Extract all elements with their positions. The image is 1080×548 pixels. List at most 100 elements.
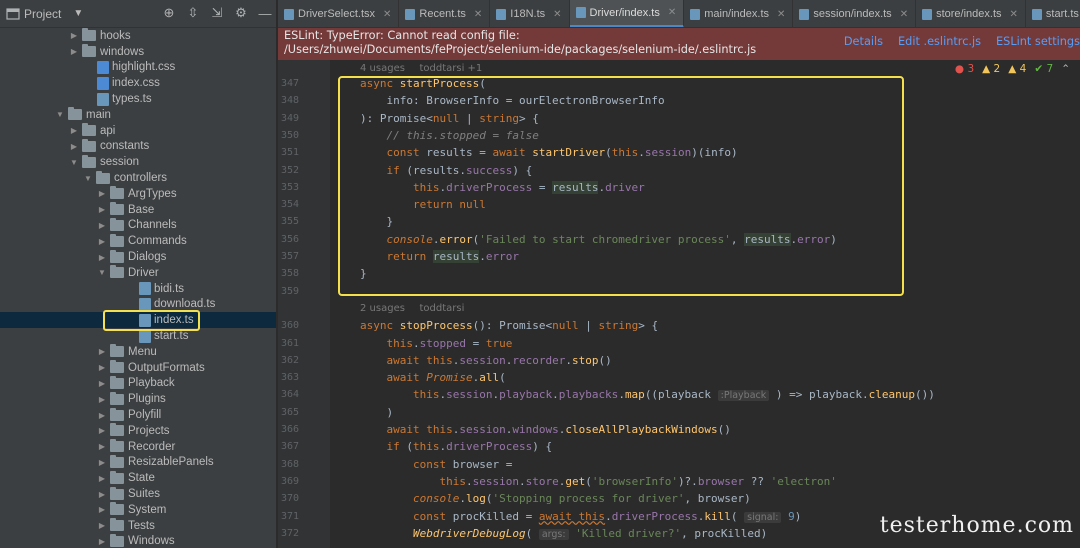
tree-item-channels[interactable]: ▶ Channels: [0, 217, 276, 234]
tree-item-suites[interactable]: ▶ Suites: [0, 486, 276, 502]
code-line[interactable]: 364 this.session.playback.playbacks.map(…: [278, 386, 1080, 403]
chevron-down-icon[interactable]: ▼: [82, 174, 94, 183]
code-line[interactable]: 349): Promise<null | string> {: [278, 110, 1080, 127]
chevron-right-icon[interactable]: ▶: [96, 253, 108, 262]
tree-item-windows[interactable]: ▶ Windows: [0, 533, 276, 548]
tab-driver-index-ts[interactable]: Driver/index.ts ✕: [569, 0, 685, 27]
tree-item-start-ts[interactable]: start.ts: [0, 328, 276, 344]
code-line[interactable]: 354 return null: [278, 196, 1080, 213]
edit-eslintrc-link[interactable]: Edit .eslintrc.js: [898, 35, 981, 48]
tree-item-commands[interactable]: ▶ Commands: [0, 233, 276, 249]
chevron-right-icon[interactable]: ▶: [96, 363, 108, 372]
code-line[interactable]: 360 async stopProcess(): Promise<null | s…: [278, 317, 1080, 334]
eslint-settings-link[interactable]: ESLint settings: [996, 35, 1080, 48]
minimize-icon[interactable]: —: [258, 6, 272, 21]
close-icon[interactable]: ✕: [900, 9, 908, 20]
chevron-right-icon[interactable]: ▶: [96, 505, 108, 514]
chevron-down-icon[interactable]: ▼: [54, 110, 66, 119]
tree-item-index-css[interactable]: index.css: [0, 75, 276, 91]
tree-item-menu[interactable]: ▶ Menu: [0, 344, 276, 360]
gear-icon[interactable]: ⚙: [234, 5, 248, 20]
tree-item-argtypes[interactable]: ▶ ArgTypes: [0, 186, 276, 202]
chevron-right-icon[interactable]: ▶: [96, 426, 108, 435]
chevron-down-icon[interactable]: ▼: [96, 268, 108, 277]
tab-start-ts[interactable]: start.ts✕: [1026, 0, 1080, 27]
chevron-down-icon[interactable]: ▼: [73, 8, 83, 19]
tab-main-index-ts[interactable]: main/index.ts ✕: [684, 0, 794, 27]
tree-item-constants[interactable]: ▶ constants: [0, 138, 276, 155]
close-icon[interactable]: ✕: [668, 7, 676, 18]
code-line[interactable]: 352 if (results.success) {: [278, 162, 1080, 179]
tree-item-api[interactable]: ▶ api: [0, 123, 276, 139]
chevron-right-icon[interactable]: ▶: [96, 521, 108, 530]
tree-item-controllers[interactable]: ▼ controllers: [0, 170, 276, 186]
code-line[interactable]: 366 await this.session.windows.closeAllP…: [278, 421, 1080, 438]
project-panel-header[interactable]: Project ▼ ⊕ ⇳ ⇲ ⚙ —: [0, 0, 276, 28]
close-icon[interactable]: ✕: [553, 9, 561, 20]
expand-all-icon[interactable]: ⇳: [186, 5, 200, 20]
code-line[interactable]: 2 usages toddtarsi: [278, 300, 1080, 317]
tree-item-system[interactable]: ▶ System: [0, 502, 276, 518]
tree-item-dialogs[interactable]: ▶ Dialogs: [0, 249, 276, 265]
tree-item-bidi-ts[interactable]: bidi.ts: [0, 281, 276, 297]
code-line[interactable]: 361 this.stopped = true: [278, 335, 1080, 352]
close-icon[interactable]: ✕: [383, 9, 391, 20]
chevron-right-icon[interactable]: ▶: [96, 189, 108, 198]
chevron-right-icon[interactable]: ▶: [96, 411, 108, 420]
code-line[interactable]: 370 console.log('Stopping process for dr…: [278, 490, 1080, 507]
chevron-right-icon[interactable]: ▶: [68, 31, 80, 40]
tree-item-resizablepanels[interactable]: ▶ ResizablePanels: [0, 454, 276, 471]
close-icon[interactable]: ✕: [1010, 9, 1018, 20]
code-line[interactable]: 359: [278, 283, 1080, 300]
close-icon[interactable]: ✕: [474, 9, 482, 20]
chevron-right-icon[interactable]: ▶: [68, 142, 80, 151]
chevron-right-icon[interactable]: ▶: [96, 395, 108, 404]
close-icon[interactable]: ✕: [777, 9, 785, 20]
tree-item-outputformats[interactable]: ▶ OutputFormats: [0, 360, 276, 376]
tree-item-hooks[interactable]: ▶ hooks: [0, 28, 276, 44]
tree-item-highlight-css[interactable]: highlight.css: [0, 60, 276, 76]
code-line[interactable]: 353 this.driverProcess = results.driver: [278, 179, 1080, 196]
code-line[interactable]: 368 const browser =: [278, 456, 1080, 473]
code-line[interactable]: 350 // this.stopped = false: [278, 127, 1080, 144]
chevron-right-icon[interactable]: ▶: [96, 490, 108, 499]
tree-item-index-ts[interactable]: index.ts: [0, 312, 276, 329]
chevron-right-icon[interactable]: ▶: [96, 379, 108, 388]
chevron-right-icon[interactable]: ▶: [68, 47, 80, 56]
code-line[interactable]: 365 ): [278, 404, 1080, 421]
code-line[interactable]: 347 async startProcess(: [278, 75, 1080, 92]
tab-driverselect-tsx[interactable]: DriverSelect.tsx ✕: [278, 0, 400, 27]
tree-item-state[interactable]: ▶ State: [0, 470, 276, 486]
tree-item-base[interactable]: ▶ Base: [0, 202, 276, 218]
tree-item-plugins[interactable]: ▶ Plugins: [0, 391, 276, 407]
tree-item-windows[interactable]: ▶ windows: [0, 44, 276, 60]
tree-item-download-ts[interactable]: download.ts: [0, 297, 276, 313]
tree-item-recorder[interactable]: ▶ Recorder: [0, 439, 276, 455]
tree-item-tests[interactable]: ▶ Tests: [0, 518, 276, 534]
chevron-right-icon[interactable]: ▶: [96, 237, 108, 246]
tab-store-index-ts[interactable]: store/index.ts ✕: [916, 0, 1026, 27]
code-line[interactable]: 355 }: [278, 213, 1080, 230]
chevron-right-icon[interactable]: ▶: [96, 458, 108, 467]
chevron-right-icon[interactable]: ▶: [96, 347, 108, 356]
collapse-all-icon[interactable]: ⇲: [210, 5, 224, 20]
code-line[interactable]: 362 await this.session.recorder.stop(): [278, 352, 1080, 369]
chevron-right-icon[interactable]: ▶: [68, 126, 80, 135]
tree-item-main[interactable]: ▼ main: [0, 107, 276, 123]
chevron-down-icon[interactable]: ▼: [68, 158, 80, 167]
tree-item-driver[interactable]: ▼ Driver: [0, 265, 276, 281]
code-line[interactable]: 356 console.error('Failed to start chrom…: [278, 231, 1080, 248]
code-line[interactable]: 348 info: BrowserInfo = ourElectronBrows…: [278, 92, 1080, 109]
locate-icon[interactable]: ⊕: [162, 5, 176, 20]
details-link[interactable]: Details: [844, 35, 883, 48]
chevron-right-icon[interactable]: ▶: [96, 221, 108, 230]
tree-item-projects[interactable]: ▶ Projects: [0, 423, 276, 439]
tree-item-polyfill[interactable]: ▶ Polyfill: [0, 407, 276, 423]
code-line[interactable]: 357 return results.error: [278, 248, 1080, 265]
chevron-right-icon[interactable]: ▶: [96, 537, 108, 546]
code-line[interactable]: 351 const results = await startDriver(th…: [278, 144, 1080, 161]
code-line[interactable]: 369 this.session.store.get('browserInfo'…: [278, 473, 1080, 490]
tree-item-playback[interactable]: ▶ Playback: [0, 375, 276, 392]
code-line[interactable]: 367 if (this.driverProcess) {: [278, 438, 1080, 455]
code-editor[interactable]: ● 3 ▲ 2 ▲ 4 ✔ 7 ⌃ 4 usages toddtarsi +1 3…: [278, 60, 1080, 548]
